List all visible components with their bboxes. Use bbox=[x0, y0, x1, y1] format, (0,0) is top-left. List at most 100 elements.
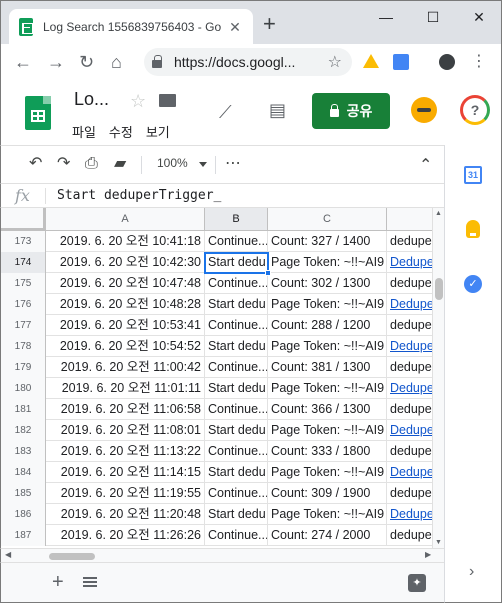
cell-source[interactable]: dedupe bbox=[387, 231, 432, 252]
cell-timestamp[interactable]: 2019. 6. 20 오전 11:06:58 bbox=[46, 399, 205, 420]
column-header-a[interactable]: A bbox=[46, 208, 205, 230]
horizontal-scrollbar[interactable]: ◀ ▶ bbox=[0, 548, 444, 562]
cell-timestamp[interactable]: 2019. 6. 20 오전 11:01:11 bbox=[46, 378, 205, 399]
new-tab-button[interactable]: + bbox=[263, 13, 276, 35]
menu-edit[interactable]: 수정 bbox=[109, 122, 133, 141]
keep-icon[interactable] bbox=[466, 220, 480, 238]
comments-icon[interactable]: ▤ bbox=[269, 100, 286, 121]
minimize-button[interactable]: — bbox=[371, 5, 401, 29]
more-options-icon[interactable]: ⋯ bbox=[225, 154, 241, 174]
cell-timestamp[interactable]: 2019. 6. 20 오전 10:42:30 bbox=[46, 252, 205, 273]
cell-detail[interactable]: Count: 333 / 1800 bbox=[268, 441, 387, 462]
cell-detail[interactable]: Count: 302 / 1300 bbox=[268, 273, 387, 294]
row-header[interactable]: 185 bbox=[1, 483, 46, 504]
row-header[interactable]: 187 bbox=[1, 525, 46, 546]
calendar-icon[interactable]: 31 bbox=[464, 166, 482, 184]
cell-link[interactable]: Dedupe bbox=[387, 378, 432, 399]
row-header[interactable]: 183 bbox=[1, 441, 46, 462]
all-sheets-menu-icon[interactable] bbox=[83, 577, 97, 587]
tab-close-icon[interactable]: ✕ bbox=[227, 19, 243, 36]
row-header[interactable]: 179 bbox=[1, 357, 46, 378]
close-window-button[interactable]: ✕ bbox=[464, 5, 494, 29]
cell-message[interactable]: Continue... bbox=[205, 231, 268, 252]
cell-link[interactable]: Dedupe bbox=[387, 336, 432, 357]
vertical-scrollbar[interactable]: ▲ ▼ bbox=[432, 208, 444, 548]
google-drive-icon[interactable] bbox=[363, 54, 379, 68]
row-header[interactable]: 180 bbox=[1, 378, 46, 399]
cell-message[interactable]: Start dedu bbox=[205, 252, 268, 273]
chrome-menu-icon[interactable]: ⋮ bbox=[471, 54, 487, 70]
cell-timestamp[interactable]: 2019. 6. 20 오전 11:14:15 bbox=[46, 462, 205, 483]
zoom-select[interactable]: 100% bbox=[157, 156, 188, 170]
cell-message[interactable]: Start dedu bbox=[205, 336, 268, 357]
spreadsheet-grid[interactable]: A B C 173 2019. 6. 20 오전 10:41:18 Continue… bbox=[0, 208, 432, 548]
cell-source[interactable]: dedupe bbox=[387, 483, 432, 504]
cell-message[interactable]: Start dedu bbox=[205, 294, 268, 315]
cell-message[interactable]: Continue... bbox=[205, 315, 268, 336]
cell-detail[interactable]: Page Token: ~!!~AI9 bbox=[268, 252, 387, 273]
row-header[interactable]: 186 bbox=[1, 504, 46, 525]
cell-message[interactable]: Start dedu bbox=[205, 420, 268, 441]
row-header[interactable]: 182 bbox=[1, 420, 46, 441]
cell-timestamp[interactable]: 2019. 6. 20 오전 10:53:41 bbox=[46, 315, 205, 336]
row-header[interactable]: 177 bbox=[1, 315, 46, 336]
translate-icon[interactable] bbox=[393, 54, 409, 70]
row-header[interactable]: 184 bbox=[1, 462, 46, 483]
formula-input[interactable]: Start deduperTrigger_ bbox=[57, 188, 221, 203]
zoom-dropdown-icon[interactable] bbox=[199, 162, 207, 167]
cell-timestamp[interactable]: 2019. 6. 20 오전 11:19:55 bbox=[46, 483, 205, 504]
horizontal-scroll-thumb[interactable] bbox=[49, 553, 95, 560]
share-button[interactable]: 공유 bbox=[312, 93, 390, 129]
cell-detail[interactable]: Page Token: ~!!~AI9 bbox=[268, 462, 387, 483]
cell-timestamp[interactable]: 2019. 6. 20 오전 11:00:42 bbox=[46, 357, 205, 378]
cell-timestamp[interactable]: 2019. 6. 20 오전 10:41:18 bbox=[46, 231, 205, 252]
undo-icon[interactable]: ↶ bbox=[29, 154, 42, 174]
cell-source[interactable]: dedupe bbox=[387, 273, 432, 294]
cell-timestamp[interactable]: 2019. 6. 20 오전 11:26:26 bbox=[46, 525, 205, 546]
addon-icon[interactable] bbox=[411, 97, 437, 123]
menu-view[interactable]: 보기 bbox=[146, 122, 170, 141]
paint-format-icon[interactable]: ▰ bbox=[114, 154, 126, 174]
cell-detail[interactable]: Page Token: ~!!~AI9 bbox=[268, 420, 387, 441]
column-header-b[interactable]: B bbox=[205, 208, 268, 230]
select-all-corner[interactable] bbox=[1, 208, 46, 231]
cell-message[interactable]: Continue... bbox=[205, 357, 268, 378]
star-document-icon[interactable]: ☆ bbox=[130, 91, 146, 112]
cell-message[interactable]: Start dedu bbox=[205, 378, 268, 399]
cell-detail[interactable]: Count: 381 / 1300 bbox=[268, 357, 387, 378]
cell-timestamp[interactable]: 2019. 6. 20 오전 10:47:48 bbox=[46, 273, 205, 294]
cell-detail[interactable]: Count: 274 / 2000 bbox=[268, 525, 387, 546]
url-omnibox[interactable]: https://docs.googl... ☆ bbox=[144, 48, 352, 76]
home-icon[interactable]: ⌂ bbox=[111, 52, 122, 72]
collapse-menu-icon[interactable]: ⌃ bbox=[419, 156, 432, 176]
cell-message[interactable]: Continue... bbox=[205, 441, 268, 462]
cell-source[interactable]: dedupe bbox=[387, 357, 432, 378]
cell-link[interactable]: Dedupe bbox=[387, 462, 432, 483]
cell-message[interactable]: Continue... bbox=[205, 399, 268, 420]
cell-message[interactable]: Continue... bbox=[205, 273, 268, 294]
row-header[interactable]: 175 bbox=[1, 273, 46, 294]
row-header[interactable]: 173 bbox=[1, 231, 46, 252]
cell-source[interactable]: dedupe bbox=[387, 399, 432, 420]
column-header-c[interactable]: C bbox=[268, 208, 387, 230]
explore-icon[interactable]: ✦ bbox=[408, 574, 426, 592]
cell-detail[interactable]: Page Token: ~!!~AI9 bbox=[268, 504, 387, 525]
profile-avatar-icon[interactable] bbox=[439, 54, 455, 70]
bookmark-star-icon[interactable]: ☆ bbox=[328, 52, 342, 72]
cell-message[interactable]: Start dedu bbox=[205, 462, 268, 483]
cell-detail[interactable]: Count: 327 / 1400 bbox=[268, 231, 387, 252]
cell-message[interactable]: Continue... bbox=[205, 525, 268, 546]
column-header-d[interactable] bbox=[387, 208, 432, 230]
cell-link[interactable]: Dedupe bbox=[387, 420, 432, 441]
back-arrow-icon[interactable]: ← bbox=[14, 52, 32, 72]
google-help-icon[interactable]: ? bbox=[460, 95, 490, 125]
sheets-logo-icon[interactable] bbox=[25, 96, 51, 130]
row-header[interactable]: 174 bbox=[1, 252, 46, 273]
cell-link[interactable]: Dedupe bbox=[387, 294, 432, 315]
move-folder-icon[interactable] bbox=[159, 94, 176, 107]
cell-source[interactable]: dedupe bbox=[387, 525, 432, 546]
expand-panel-icon[interactable]: › bbox=[469, 563, 474, 581]
row-header[interactable]: 176 bbox=[1, 294, 46, 315]
cell-link[interactable]: Dedupe bbox=[387, 252, 432, 273]
document-title[interactable]: Lo... bbox=[74, 89, 109, 110]
